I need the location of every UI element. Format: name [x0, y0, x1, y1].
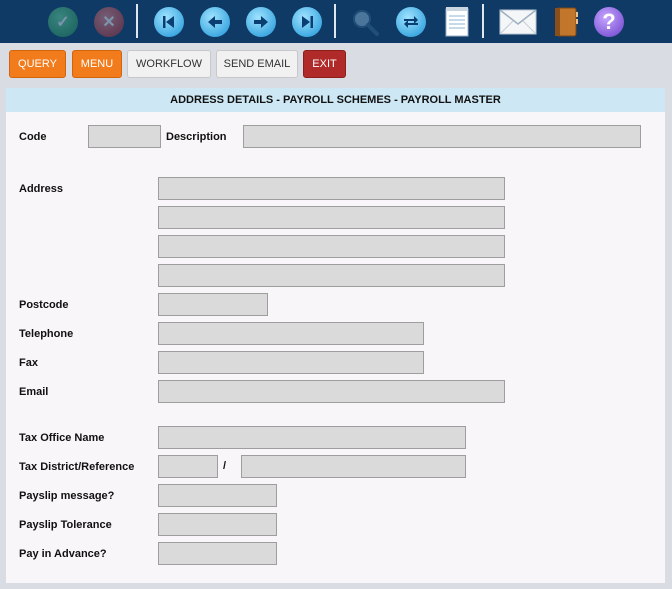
menu-button[interactable]: MENU [72, 50, 122, 78]
previous-record-button[interactable] [198, 5, 232, 39]
send-email-button[interactable]: SEND EMAIL [216, 50, 298, 78]
search-button[interactable] [348, 5, 382, 39]
code-input[interactable] [88, 125, 161, 148]
payslip-tolerance-label: Payslip Tolerance [19, 519, 112, 531]
address-line3-input[interactable] [158, 235, 505, 258]
tax-reference-separator: / [223, 460, 227, 472]
last-record-button[interactable] [290, 5, 324, 39]
toolbar-divider [334, 4, 336, 38]
next-record-icon [246, 7, 276, 37]
help-icon: ? [594, 7, 624, 37]
telephone-input[interactable] [158, 322, 424, 345]
tax-district-reference-label: Tax District/Reference [19, 461, 135, 473]
description-label: Description [166, 131, 227, 143]
address-label: Address [19, 183, 64, 195]
fax-input[interactable] [158, 351, 424, 374]
first-record-button[interactable] [152, 5, 186, 39]
fax-label: Fax [19, 357, 38, 369]
main-toolbar: ✓ ✕ ? [0, 0, 672, 43]
address-details-panel: ADDRESS DETAILS - PAYROLL SCHEMES - PAYR… [6, 88, 665, 583]
description-input[interactable] [243, 125, 641, 148]
email-label: Email [19, 386, 49, 398]
address-line2-input[interactable] [158, 206, 505, 229]
address-book-icon [555, 7, 578, 37]
email-input[interactable] [158, 380, 505, 403]
next-record-button[interactable] [244, 5, 278, 39]
toolbar-divider [482, 4, 484, 38]
email-button[interactable] [497, 5, 539, 39]
address-line1-input[interactable] [158, 177, 505, 200]
postcode-label: Postcode [19, 299, 69, 311]
refresh-icon [396, 7, 426, 37]
tax-reference-input[interactable] [241, 455, 466, 478]
tax-office-name-input[interactable] [158, 426, 466, 449]
cancel-button[interactable]: ✕ [92, 5, 126, 39]
address-book-button[interactable] [549, 5, 583, 39]
postcode-input[interactable] [158, 293, 268, 316]
pay-in-advance-label: Pay in Advance? [19, 548, 107, 560]
exit-button[interactable]: EXIT [303, 50, 346, 78]
code-label: Code [19, 131, 47, 143]
panel-title: ADDRESS DETAILS - PAYROLL SCHEMES - PAYR… [6, 88, 665, 112]
refresh-button[interactable] [394, 5, 428, 39]
telephone-label: Telephone [19, 328, 74, 340]
tax-district-input[interactable] [158, 455, 218, 478]
confirm-icon: ✓ [48, 7, 78, 37]
pay-in-advance-input[interactable] [158, 542, 277, 565]
query-button[interactable]: QUERY [9, 50, 66, 78]
confirm-button[interactable]: ✓ [46, 5, 80, 39]
payslip-tolerance-input[interactable] [158, 513, 277, 536]
search-icon [353, 10, 379, 36]
cancel-icon: ✕ [94, 7, 124, 37]
last-record-icon [292, 7, 322, 37]
help-button[interactable]: ? [592, 5, 626, 39]
email-icon [499, 9, 537, 35]
previous-record-icon [200, 7, 230, 37]
toolbar-divider [136, 4, 138, 38]
workflow-button[interactable]: WORKFLOW [127, 50, 211, 78]
address-line4-input[interactable] [158, 264, 505, 287]
first-record-icon [154, 7, 184, 37]
payslip-message-label: Payslip message? [19, 490, 115, 502]
notepad-icon [445, 7, 469, 37]
payslip-message-input[interactable] [158, 484, 277, 507]
tax-office-name-label: Tax Office Name [19, 432, 105, 444]
notepad-button[interactable] [440, 5, 474, 39]
action-bar: QUERY MENU WORKFLOW SEND EMAIL EXIT [0, 43, 672, 87]
